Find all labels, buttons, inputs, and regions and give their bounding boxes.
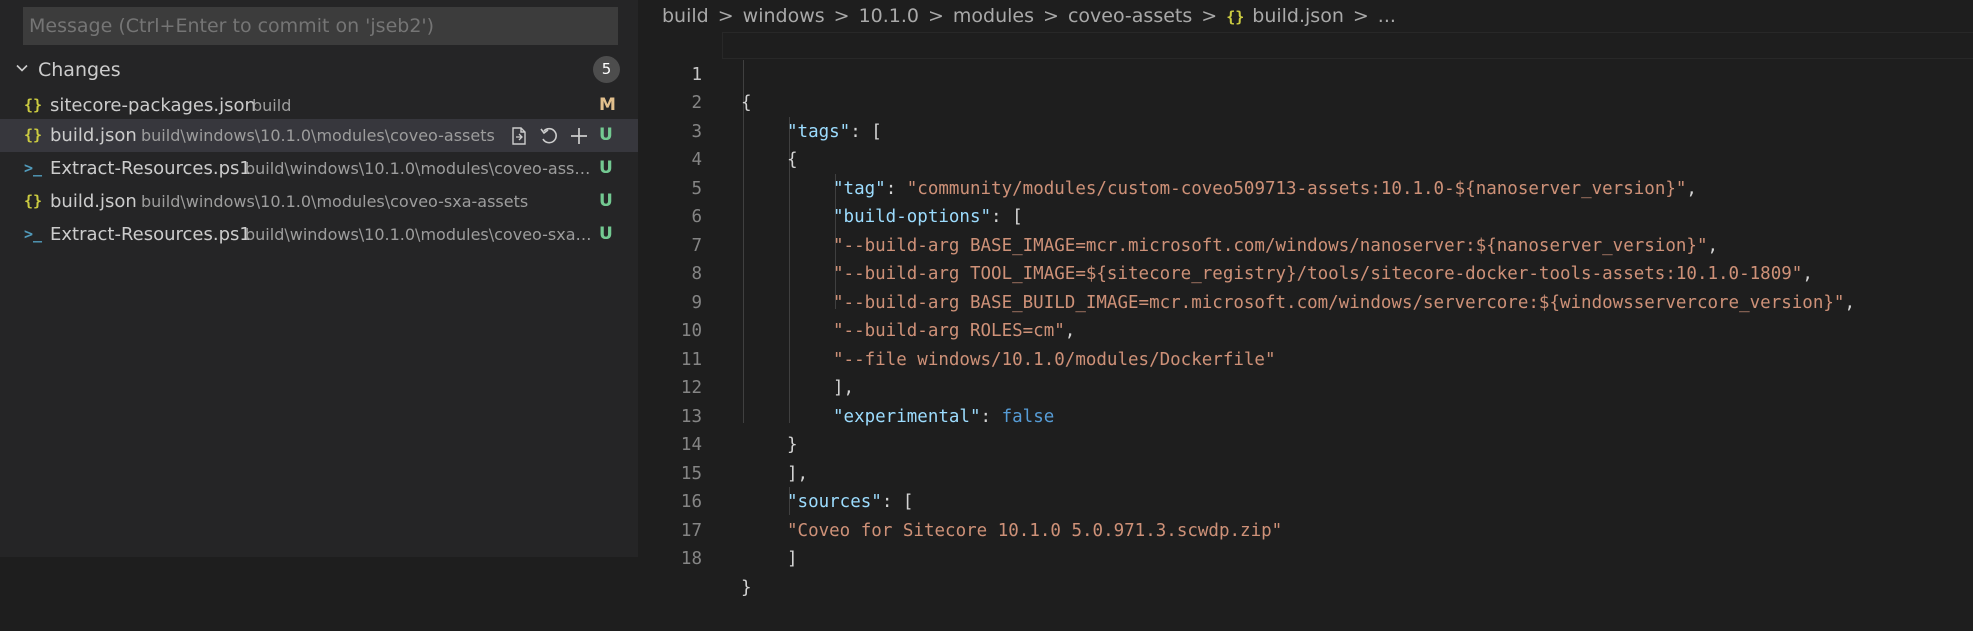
file-name: Extract-Resources.ps1	[50, 224, 251, 245]
code-line: 18 }	[640, 517, 752, 598]
code-line: 10 "--file windows/10.1.0/modules/Docker…	[640, 289, 1276, 370]
source-control-panel: Changes 5 {} sitecore-packages.json buil…	[0, 0, 638, 557]
json-braces-icon: {}	[1226, 8, 1245, 26]
open-file-icon[interactable]	[508, 125, 530, 147]
json-braces-icon: {}	[23, 192, 43, 210]
list-item[interactable]: {} build.json build\windows\10.1.0\modul…	[0, 119, 638, 152]
code-text: "sources": [	[787, 492, 914, 512]
code-line: 16 "Coveo for Sitecore 10.1.0 5.0.971.3.…	[640, 460, 1282, 541]
code-line: 6 "--build-arg BASE_IMAGE=mcr.microsoft.…	[640, 175, 1718, 256]
powershell-icon: >_	[23, 225, 43, 243]
discard-changes-icon[interactable]	[538, 125, 560, 147]
code-line: 1 {	[640, 32, 751, 114]
code-text: ],	[787, 463, 809, 484]
chevron-right-icon: >	[717, 5, 734, 27]
code-line: 4 "tag": "community/modules/custom-coveo…	[640, 118, 1697, 199]
code-text: "--build-arg BASE_BUILD_IMAGE=mcr.micros…	[833, 292, 1855, 313]
code-text: }	[787, 435, 798, 455]
json-braces-icon: {}	[23, 126, 43, 144]
chevron-right-icon: >	[1043, 5, 1059, 27]
list-item[interactable]: >_ Extract-Resources.ps1 build\windows\1…	[0, 218, 638, 251]
chevron-down-icon[interactable]	[14, 60, 30, 76]
breadcrumb-item[interactable]: ...	[1378, 2, 1396, 30]
code-line: 5 "build-options": [	[640, 146, 1022, 228]
code-text: "tag": "community/modules/custom-coveo50…	[833, 178, 1697, 199]
code-line: 3 {	[640, 89, 797, 171]
file-path: build\windows\10.1.0\modules\coveo-asse.…	[245, 159, 595, 178]
file-path: build	[252, 96, 292, 115]
code-text: "--build-arg TOOL_IMAGE=${sitecore_regis…	[833, 264, 1813, 284]
code-line: 2 "tags": [	[640, 61, 881, 142]
code-text: {	[741, 93, 752, 113]
code-text: "--file windows/10.1.0/modules/Dockerfil…	[833, 349, 1276, 370]
code-text: ],	[833, 378, 855, 398]
chevron-right-icon: >	[1201, 5, 1218, 27]
chevron-right-icon: >	[928, 5, 944, 27]
file-path: build\windows\10.1.0\modules\coveo-sxa-a…	[141, 192, 529, 211]
status-badge: U	[599, 224, 613, 244]
code-editor[interactable]: build > windows >10.1.0 > modules > coveo-asset…	[640, 0, 1973, 598]
changes-group-header[interactable]: Changes	[0, 56, 638, 84]
commit-message-input[interactable]	[23, 7, 618, 45]
chevron-right-icon: >	[833, 5, 850, 27]
code-line: 15 "sources": [	[640, 431, 914, 513]
code-text: {	[787, 150, 798, 170]
breadcrumb: build > windows >10.1.0 > modules > coveo-asset…	[662, 2, 1396, 30]
status-badge: U	[599, 125, 613, 145]
code-text: "--build-arg BASE_IMAGE=mcr.microsoft.co…	[833, 235, 1719, 256]
code-text: "experimental": false	[833, 406, 1055, 427]
breadcrumb-item[interactable]: build.json	[1252, 2, 1344, 30]
breadcrumb-item[interactable]: 10.1.0	[859, 2, 919, 30]
code-area[interactable]: 1 { 2 "tags": [ 3 { 4 "tag": "community/…	[640, 32, 1973, 598]
code-line: 9 "--build-arg ROLES=cm",	[640, 260, 1075, 342]
breadcrumb-item[interactable]: windows	[743, 2, 825, 30]
code-line: 12 "experimental": false	[640, 346, 1054, 427]
code-text: "tags": [	[787, 121, 882, 142]
code-line: 13 }	[640, 374, 798, 456]
file-path: build\windows\10.1.0\modules\coveo-sxa-.…	[245, 225, 595, 244]
code-line: 14 ],	[640, 403, 808, 484]
code-text: "Coveo for Sitecore 10.1.0 5.0.971.3.scw…	[787, 520, 1283, 541]
status-badge: U	[599, 158, 613, 178]
changes-label: Changes	[38, 59, 121, 81]
status-badge: U	[599, 191, 613, 211]
code-text: "build-options": [	[833, 207, 1023, 227]
breadcrumb-item[interactable]: coveo-assets	[1068, 2, 1192, 30]
code-text: ]	[787, 549, 798, 569]
code-line: 8 "--build-arg BASE_BUILD_IMAGE=mcr.micr…	[640, 232, 1855, 313]
file-name: build.json	[50, 191, 137, 212]
file-name: build.json	[50, 125, 137, 146]
changes-count-badge: 5	[593, 56, 620, 83]
code-line: 11 ],	[640, 317, 854, 399]
current-line-highlight	[722, 32, 1973, 59]
file-path: build\windows\10.1.0\modules\coveo-asset…	[141, 126, 495, 145]
chevron-right-icon: >	[1352, 5, 1369, 27]
status-badge: M	[599, 95, 616, 115]
code-text: }	[741, 577, 752, 598]
code-line: 17 ]	[640, 488, 798, 570]
file-name: sitecore-packages.json	[50, 95, 256, 116]
file-name: Extract-Resources.ps1	[50, 158, 251, 179]
breadcrumb-item[interactable]: build	[662, 2, 709, 30]
list-item[interactable]: {} build.json build\windows\10.1.0\modul…	[0, 185, 638, 218]
powershell-icon: >_	[23, 159, 43, 177]
list-item[interactable]: {} sitecore-packages.json build M	[0, 89, 638, 122]
code-line: 7 "--build-arg TOOL_IMAGE=${sitecore_reg…	[640, 203, 1812, 285]
json-braces-icon: {}	[23, 96, 43, 114]
breadcrumb-item[interactable]: modules	[953, 2, 1034, 30]
code-text: "--build-arg ROLES=cm",	[833, 321, 1076, 341]
stage-changes-icon[interactable]	[568, 125, 590, 147]
list-item[interactable]: >_ Extract-Resources.ps1 build\windows\1…	[0, 152, 638, 185]
line-number: 18	[680, 549, 702, 569]
